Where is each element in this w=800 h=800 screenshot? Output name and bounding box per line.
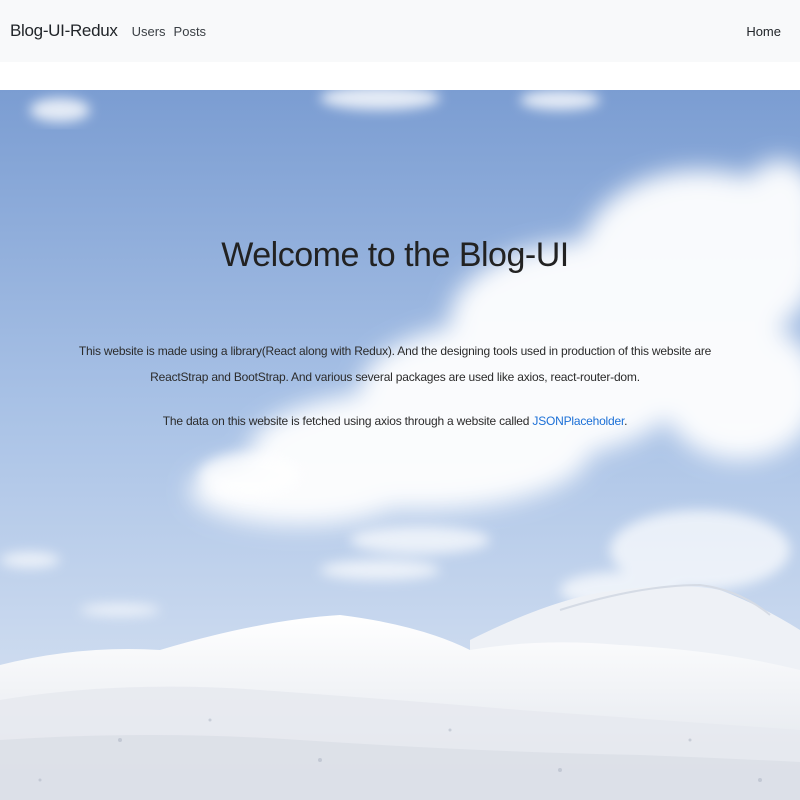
hero-description: This website is made using a library(Rea… bbox=[78, 344, 712, 384]
data-source-text: The data on this website is fetched usin… bbox=[162, 414, 533, 428]
navbar: Blog-UI-Redux Users Posts Home bbox=[0, 0, 800, 62]
nav-link-users[interactable]: Users bbox=[132, 24, 166, 39]
hero-data-source: The data on this website is fetched usin… bbox=[60, 410, 730, 432]
jsonplaceholder-link[interactable]: JSONPlaceholder bbox=[532, 414, 624, 428]
hero-section: Welcome to the Blog-UI This website is m… bbox=[0, 90, 800, 800]
nav-link-posts[interactable]: Posts bbox=[174, 24, 207, 39]
data-source-suffix: . bbox=[624, 414, 628, 428]
background-image bbox=[0, 90, 800, 800]
brand-link[interactable]: Blog-UI-Redux bbox=[10, 21, 118, 41]
nav-link-home[interactable]: Home bbox=[746, 24, 781, 39]
hero-title: Welcome to the Blog-UI bbox=[221, 236, 569, 274]
